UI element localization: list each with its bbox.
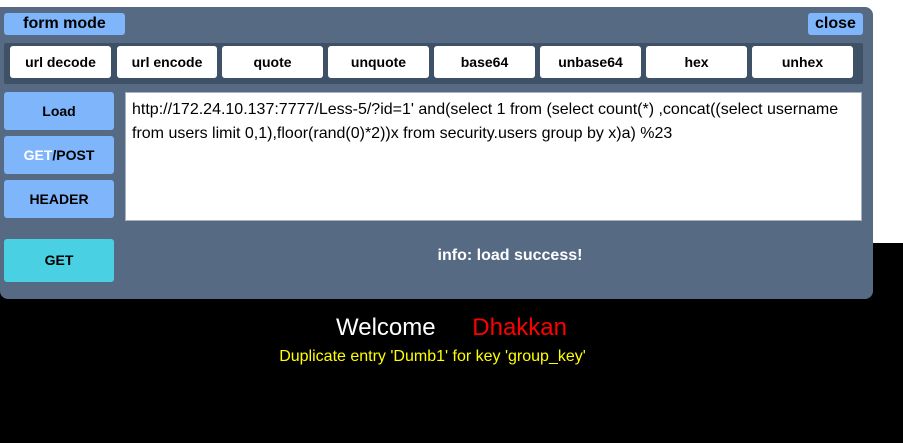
unhex-button[interactable]: unhex [752,46,853,78]
url-input[interactable]: http://172.24.10.137:7777/Less-5/?id=1' … [125,92,862,221]
load-button[interactable]: Load [4,92,114,130]
hackbar-panel: form mode close url decode url encode qu… [0,7,873,299]
base64-button[interactable]: base64 [434,46,535,78]
post-mode-label: /POST [52,147,95,163]
close-button[interactable]: close [808,13,863,35]
unquote-button[interactable]: unquote [328,46,429,78]
sql-error-message: Duplicate entry 'Dumb1' for key 'group_k… [279,348,586,365]
user-name-text: Dhakkan [472,314,567,341]
info-status-text: info: load success! [437,247,583,264]
unbase64-button[interactable]: unbase64 [540,46,641,78]
url-encode-button[interactable]: url encode [117,46,217,78]
hex-button[interactable]: hex [646,46,747,78]
form-mode-button[interactable]: form mode [4,13,125,35]
quote-button[interactable]: quote [222,46,323,78]
welcome-line: Welcome Dhakkan [0,314,903,342]
encoding-toolbar: url decode url encode quote unquote base… [4,43,863,84]
header-button[interactable]: HEADER [4,180,114,218]
get-post-toggle-button[interactable]: GET/POST [4,136,114,174]
welcome-text: Welcome [336,314,436,341]
get-mode-label: GET [23,147,53,163]
url-decode-button[interactable]: url decode [10,46,111,78]
get-execute-button[interactable]: GET [4,239,114,282]
